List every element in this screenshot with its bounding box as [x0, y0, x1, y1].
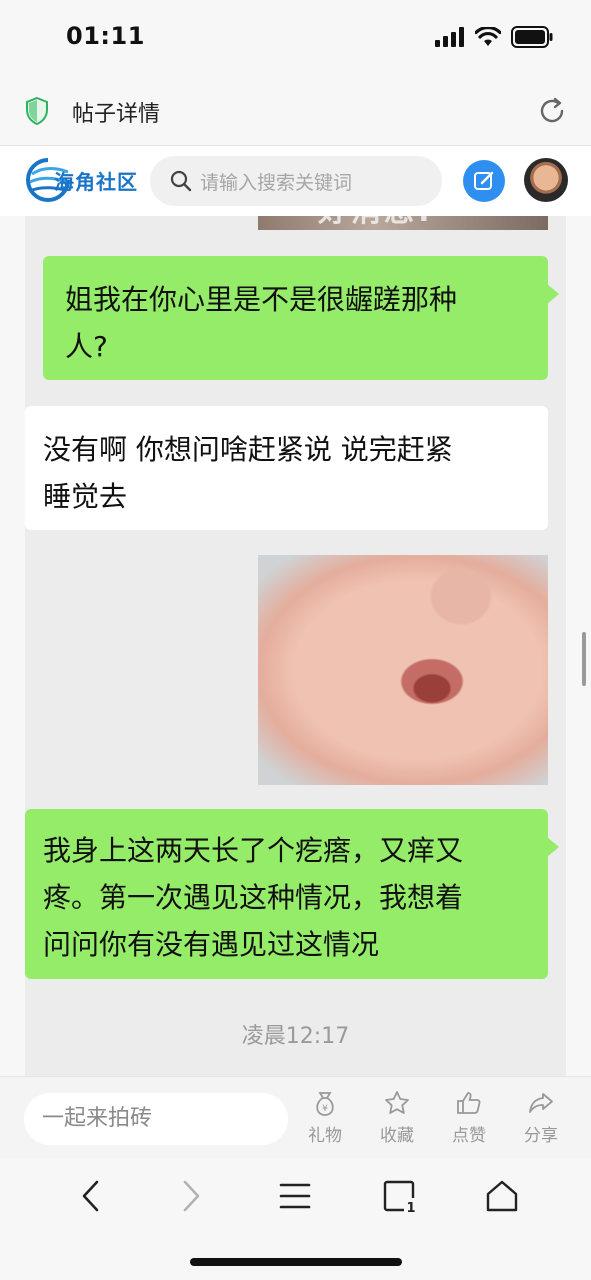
site-header: 海角社区 请输入搜索关键词 [0, 146, 591, 216]
chat-timestamp: 凌晨12:17 [241, 1024, 350, 1049]
gift-bag-icon: ¥ [316, 1092, 334, 1116]
tabs-count: 1 [406, 1201, 415, 1214]
star-icon [385, 1091, 409, 1114]
back-icon [82, 1180, 99, 1212]
forward-button[interactable] [170, 1174, 214, 1218]
user-avatar[interactable] [524, 158, 568, 202]
home-icon [486, 1180, 518, 1212]
home-indicator[interactable] [190, 1258, 402, 1266]
compose-button[interactable] [463, 160, 505, 202]
gift-button[interactable]: ¥ 礼物 [300, 1089, 350, 1146]
edit-icon [474, 171, 494, 190]
browser-address-bar: 帖子详情 [0, 80, 591, 146]
signal-icon [435, 27, 464, 47]
tabs-button[interactable]: 1 [378, 1174, 422, 1218]
menu-button[interactable] [273, 1174, 317, 1218]
browser-nav-bar: 1 [0, 1158, 591, 1280]
status-icons [435, 26, 553, 48]
search-icon [170, 170, 192, 192]
tabs-icon: 1 [383, 1180, 416, 1214]
message-line: 我身上这两天长了个疙瘩，又痒又 [43, 834, 464, 867]
message-line: 问问你有没有遇见过这情况 [43, 928, 380, 961]
thumbs-up-icon [457, 1092, 481, 1114]
comment-bar: 一起来拍砖 ¥ 礼物 收藏 点赞 分享 [0, 1076, 591, 1158]
favorite-label: 收藏 [380, 1126, 414, 1146]
message-line: 疼。第一次遇见这种情况，我想着 [43, 881, 464, 914]
sticker-caption: 好消息! [318, 216, 434, 230]
status-bar: 01:11 [0, 0, 591, 80]
status-time: 01:11 [66, 22, 145, 50]
forward-icon [183, 1180, 200, 1212]
battery-icon [511, 26, 553, 48]
share-icon [529, 1093, 553, 1113]
page-title: 帖子详情 [72, 102, 161, 127]
message-line: 姐我在你心里是不是很龌蹉那种 [65, 283, 458, 316]
back-button[interactable] [68, 1174, 112, 1218]
chat-bubble-sent: 我身上这两天长了个疙瘩，又痒又 疼。第一次遇见这种情况，我想着 问问你有没有遇见… [25, 809, 559, 979]
reload-icon[interactable] [535, 94, 569, 128]
baby-sticker-image[interactable] [258, 555, 548, 785]
sticker-image-top: 好消息! [258, 216, 548, 230]
wifi-icon [475, 27, 501, 46]
shield-icon [26, 96, 48, 126]
message-line: 睡觉去 [43, 480, 128, 513]
scrollbar[interactable] [582, 632, 586, 686]
site-logo[interactable]: 海角社区 [24, 156, 138, 204]
message-line: 没有啊 你想问啥赶紧说 说完赶紧 [43, 433, 453, 466]
share-button[interactable]: 分享 [516, 1089, 566, 1146]
like-button[interactable]: 点赞 [444, 1089, 494, 1146]
chat-bubble-sent: 姐我在你心里是不是很龌蹉那种 人? [43, 256, 559, 380]
search-placeholder: 请输入搜索关键词 [200, 171, 353, 194]
favorite-button[interactable]: 收藏 [372, 1089, 422, 1146]
search-bar[interactable]: 请输入搜索关键词 [150, 156, 442, 206]
logo-text: 海角社区 [54, 169, 138, 194]
share-label: 分享 [524, 1126, 558, 1146]
message-line: 人? [65, 330, 108, 363]
svg-text:¥: ¥ [322, 1104, 328, 1114]
post-content: 好消息! 姐我在你心里是不是很龌蹉那种 人? 没有啊 你想问啥赶紧说 说完赶紧 … [25, 216, 566, 1076]
home-button[interactable] [480, 1174, 524, 1218]
comment-input[interactable]: 一起来拍砖 [24, 1093, 288, 1145]
like-label: 点赞 [452, 1126, 486, 1146]
menu-icon [279, 1183, 311, 1209]
gift-label: 礼物 [308, 1126, 342, 1146]
chat-bubble-received: 没有啊 你想问啥赶紧说 说完赶紧 睡觉去 [25, 406, 548, 530]
